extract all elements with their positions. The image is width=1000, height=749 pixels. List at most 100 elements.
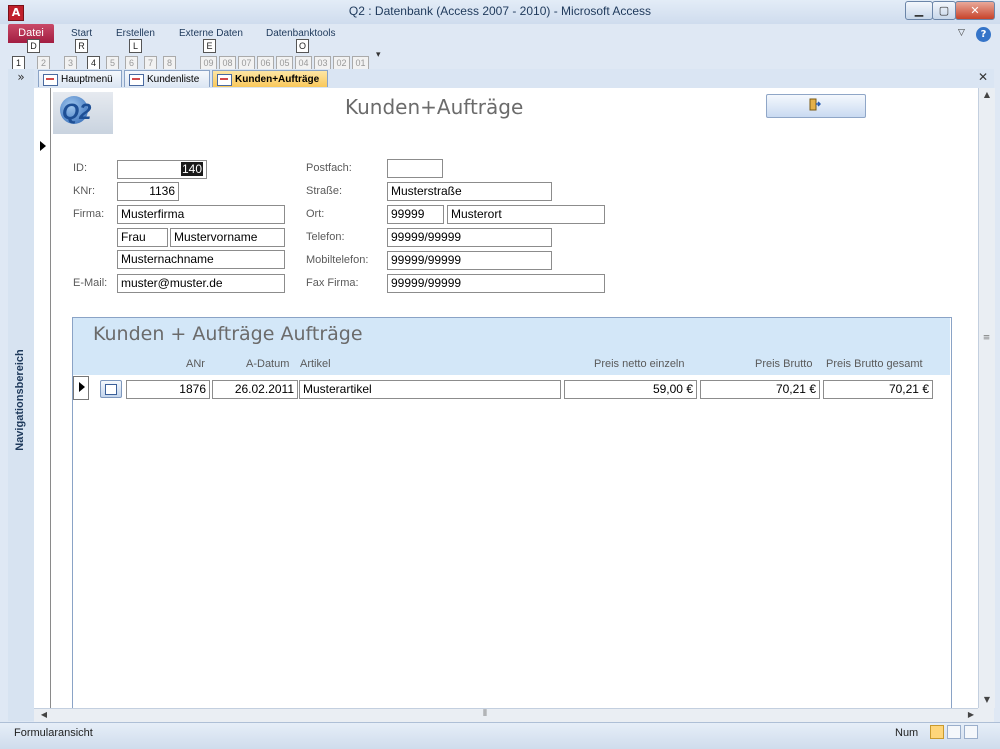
qat-keytip-07: 07 xyxy=(238,56,255,70)
telefon-field[interactable]: 99999/99999 xyxy=(387,228,552,247)
tab-label: Hauptmenü xyxy=(61,74,113,85)
form-title: Kunden+Aufträge xyxy=(345,95,524,119)
qat-keytip-8: 8 xyxy=(163,56,176,70)
tab-hauptmenu[interactable]: Hauptmenü xyxy=(38,70,122,87)
design-view-button[interactable] xyxy=(964,725,978,739)
form-icon xyxy=(217,74,232,86)
scroll-up-icon[interactable]: ▲ xyxy=(979,90,995,99)
preis-netto-cell[interactable]: 59,00 € xyxy=(564,380,697,399)
tab-erstellen[interactable]: Erstellen xyxy=(116,28,155,39)
a-datum-cell[interactable]: 26.02.2011 xyxy=(212,380,298,399)
strasse-field[interactable]: Musterstraße xyxy=(387,182,552,201)
window-title: Q2 : Datenbank (Access 2007 - 2010) - Mi… xyxy=(348,4,652,18)
qat-keytip-2: 2 xyxy=(37,56,50,70)
keytip-datenbanktools: O xyxy=(296,39,309,53)
qat-keytip-3: 3 xyxy=(64,56,77,70)
horizontal-scroll-thumb[interactable]: ⦀ xyxy=(470,709,500,719)
knr-field[interactable]: 1136 xyxy=(117,182,179,201)
artikel-cell[interactable]: Musterartikel xyxy=(299,380,561,399)
qat-keytip-5: 5 xyxy=(106,56,119,70)
qat-keytip-08: 08 xyxy=(219,56,236,70)
column-header-artikel: Artikel xyxy=(300,358,331,370)
minimize-button[interactable]: ▁ xyxy=(905,1,933,20)
qat-keytip-02: 02 xyxy=(333,56,350,70)
help-icon[interactable]: ? xyxy=(976,27,991,42)
form-icon xyxy=(43,74,58,86)
tab-datenbanktools[interactable]: Datenbanktools xyxy=(266,28,336,39)
navigation-pane-label[interactable]: Navigationsbereich xyxy=(14,345,28,455)
keytip-start: R xyxy=(75,39,88,53)
scroll-left-icon[interactable]: ◀ xyxy=(36,710,52,719)
mobiltelefon-label: Mobiltelefon: xyxy=(306,254,369,266)
nachname-field[interactable]: Musternachname xyxy=(117,250,285,269)
nav-pane-toggle-icon[interactable]: » xyxy=(8,70,34,84)
fax-label: Fax Firma: xyxy=(306,277,359,289)
column-header-preis-netto-einzeln: Preis netto einzeln xyxy=(594,358,685,370)
knr-label: KNr: xyxy=(73,185,95,197)
keytip-datei: D xyxy=(27,39,40,53)
status-bar xyxy=(0,722,1000,749)
plz-field[interactable]: 99999 xyxy=(387,205,444,224)
logo-text: Q2 xyxy=(62,99,92,124)
open-book-icon xyxy=(105,384,117,395)
num-lock-indicator: Num xyxy=(895,727,919,739)
keytip-externe-daten: E xyxy=(203,39,216,53)
qat-more-icon[interactable]: ▾ xyxy=(376,50,381,60)
ort-label: Ort: xyxy=(306,208,325,220)
firma-field[interactable]: Musterfirma xyxy=(117,205,285,224)
email-field[interactable]: muster@muster.de xyxy=(117,274,285,293)
ribbon-minimize-icon[interactable]: ▽ xyxy=(958,28,965,38)
preis-brutto-gesamt-cell[interactable]: 70,21 € xyxy=(823,380,933,399)
tab-label: Kundenliste xyxy=(147,74,200,85)
telefon-label: Telefon: xyxy=(306,231,345,243)
preis-brutto-cell[interactable]: 70,21 € xyxy=(700,380,820,399)
mobiltelefon-field[interactable]: 99999/99999 xyxy=(387,251,552,270)
postfach-field[interactable] xyxy=(387,159,443,178)
record-selector[interactable] xyxy=(34,88,51,708)
form-view-button[interactable] xyxy=(930,725,944,739)
close-document-icon[interactable]: ✕ xyxy=(978,70,988,84)
tab-kunden-auftraege[interactable]: Kunden+Aufträge xyxy=(212,70,328,87)
tab-start[interactable]: Start xyxy=(71,28,92,39)
scroll-right-icon[interactable]: ▶ xyxy=(963,710,979,719)
orders-subform xyxy=(72,317,952,709)
id-label: ID: xyxy=(73,162,88,174)
qat-keytip-09: 09 xyxy=(200,56,217,70)
layout-view-button[interactable] xyxy=(947,725,961,739)
qat-keytip-04: 04 xyxy=(295,56,312,70)
scroll-down-icon[interactable]: ▼ xyxy=(979,695,995,704)
form-icon xyxy=(129,74,144,86)
horizontal-scrollbar[interactable] xyxy=(34,708,978,723)
tab-label: Kunden+Aufträge xyxy=(235,74,320,85)
qat-keytip-06: 06 xyxy=(257,56,274,70)
vertical-scroll-thumb[interactable]: ≡ xyxy=(981,333,992,347)
maximize-button[interactable]: ▢ xyxy=(932,1,956,20)
subform-title: Kunden + Aufträge Aufträge xyxy=(93,323,363,345)
column-header-anr: ANr xyxy=(186,358,205,370)
anrede-field[interactable]: Frau xyxy=(117,228,168,247)
qat-keytip-7: 7 xyxy=(144,56,157,70)
email-label: E-Mail: xyxy=(73,277,108,289)
qat-keytip-05: 05 xyxy=(276,56,293,70)
qat-keytip-4: 4 xyxy=(87,56,100,70)
id-field[interactable]: 140 xyxy=(117,160,207,179)
ort-field[interactable]: Musterort xyxy=(447,205,605,224)
firma-label: Firma: xyxy=(73,208,105,220)
tab-externe-daten[interactable]: Externe Daten xyxy=(179,28,243,39)
qat-keytip-01: 01 xyxy=(352,56,369,70)
status-view-text: Formularansicht xyxy=(14,727,93,739)
fax-field[interactable]: 99999/99999 xyxy=(387,274,605,293)
close-window-button[interactable]: ✕ xyxy=(955,1,995,20)
current-record-arrow-icon xyxy=(79,382,85,392)
qat-keytip-1: 1 xyxy=(12,56,25,70)
column-header-preis-brutto: Preis Brutto xyxy=(755,358,813,370)
door-exit-icon xyxy=(809,98,821,111)
keytip-erstellen: L xyxy=(129,39,142,53)
anr-cell[interactable]: 1876 xyxy=(126,380,210,399)
tab-kundenliste[interactable]: Kundenliste xyxy=(124,70,210,87)
size-grip xyxy=(978,708,994,722)
column-header-preis-brutto-gesamt: Preis Brutto gesamt xyxy=(826,358,923,370)
qat-keytip-03: 03 xyxy=(314,56,331,70)
vorname-field[interactable]: Mustervorname xyxy=(170,228,285,247)
vertical-scrollbar[interactable] xyxy=(978,88,995,708)
